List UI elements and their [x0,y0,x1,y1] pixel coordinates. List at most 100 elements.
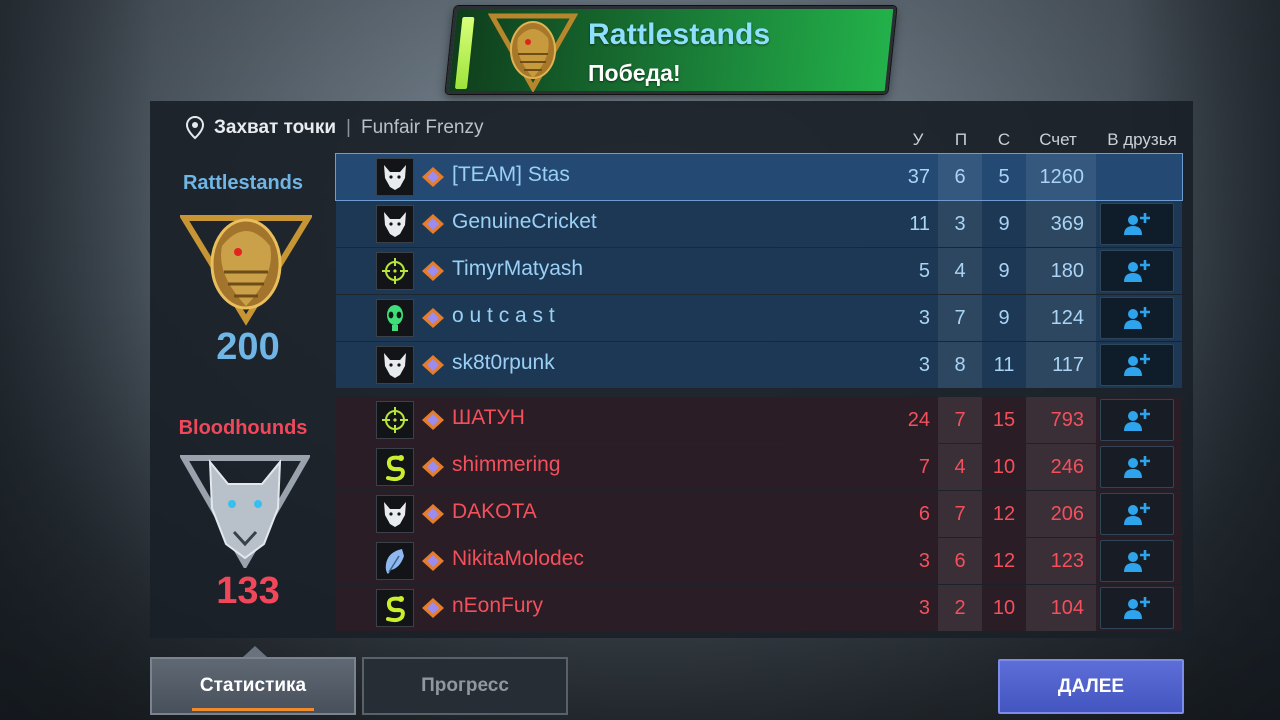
tab-progress-label: Прогресс [421,675,509,696]
snake-icon [376,589,414,627]
wolf-icon [376,158,414,196]
player-deaths: 2 [938,585,982,631]
player-row: TimyrMatyash 5 4 9 180 [336,248,1182,294]
column-assists: С [997,130,1011,149]
add-friend-button[interactable] [1100,493,1174,535]
player-assists: 9 [998,259,1010,282]
player-assists: 5 [998,165,1010,188]
winner-team-name: Rattlestands [588,18,771,51]
red-team-score: 133 [216,570,280,612]
rank-badge-icon [422,308,444,328]
add-friend-icon [1124,550,1150,572]
add-friend-button[interactable] [1100,297,1174,339]
player-deaths: 6 [938,154,982,200]
player-deaths: 4 [938,444,982,490]
rank-badge-icon [422,355,444,375]
player-score: 1260 [1026,154,1096,200]
player-kills: 3 [918,549,930,572]
player-row: shimmering 7 4 10 246 [336,444,1182,490]
player-kills: 11 [909,212,930,235]
player-kills: 3 [918,353,930,376]
player-assists: 9 [998,212,1010,235]
add-friend-button[interactable] [1100,203,1174,245]
rank-badge-icon [422,598,444,618]
rattlesnake-emblem-icon [488,13,578,92]
player-row: DAKOTA 6 7 12 206 [336,491,1182,537]
rank-badge-icon [422,410,444,430]
mode-separator: | [346,117,351,138]
column-add-friend: В друзья [1107,130,1177,149]
player-row: sk8t0rpunk 3 8 11 117 [336,342,1182,388]
player-score: 206 [1026,491,1096,537]
player-assists: 10 [992,596,1016,619]
active-tab-caret [243,646,267,657]
player-score: 104 [1026,585,1096,631]
player-name: sk8t0rpunk [452,351,555,374]
rattlesnake-emblem-icon [180,215,312,326]
alien-icon [376,299,414,337]
red-team-name: Bloodhounds [178,417,308,439]
rank-badge-icon [422,457,444,477]
player-kills: 6 [918,502,930,525]
tab-statistics[interactable]: Статистика [150,657,356,715]
player-name: nEonFury [452,594,544,617]
add-friend-button[interactable] [1100,446,1174,488]
player-kills: 3 [918,306,930,329]
next-button-label: ДАЛЕЕ [1057,675,1125,697]
player-row: nEonFury 3 2 10 104 [336,585,1182,631]
rank-badge-icon [422,504,444,524]
player-assists: 9 [998,306,1010,329]
player-score: 246 [1026,444,1096,490]
rank-badge-icon [422,551,444,571]
player-name: DAKOTA [452,500,537,523]
player-row: GenuineCricket 11 3 9 369 [336,201,1182,247]
player-kills: 37 [907,165,930,188]
rank-badge-icon [422,167,444,187]
player-row: [TEAM] Stas 37 6 5 1260 [335,153,1183,201]
blue-team-name: Rattlestands [182,172,304,194]
player-assists: 11 [993,353,1015,376]
match-info: Захват точки | Funfair Frenzy [186,115,483,141]
player-kills: 3 [918,596,930,619]
add-friend-button[interactable] [1100,587,1174,629]
column-score: Счет [1039,130,1077,149]
player-deaths: 7 [938,295,982,341]
add-friend-icon [1124,503,1150,525]
add-friend-button[interactable] [1100,250,1174,292]
player-name: o u t c a s t [452,304,555,327]
add-friend-icon [1124,354,1150,376]
rank-badge-icon [422,261,444,281]
wolf-icon [376,205,414,243]
player-row: ШАТУН 24 7 15 793 [336,397,1182,443]
player-score: 124 [1026,295,1096,341]
rank-badge-icon [422,214,444,234]
player-name: GenuineCricket [452,210,597,233]
active-tab-underline [192,708,314,711]
feather-icon [376,542,414,580]
crosshair-icon [376,401,414,439]
player-kills: 5 [918,259,930,282]
add-friend-button[interactable] [1100,399,1174,441]
player-deaths: 8 [938,342,982,388]
add-friend-button[interactable] [1100,344,1174,386]
player-score: 793 [1026,397,1096,443]
blue-team-score: 200 [216,326,280,368]
player-name: ШАТУН [452,406,525,429]
player-assists: 12 [992,549,1016,572]
player-deaths: 7 [938,397,982,443]
player-name: shimmering [452,453,561,476]
player-deaths: 4 [938,248,982,294]
map-name: Funfair Frenzy [360,117,484,138]
tab-progress[interactable]: Прогресс [362,657,568,715]
player-deaths: 6 [938,538,982,584]
next-button[interactable]: ДАЛЕЕ [998,659,1184,714]
wolf-icon [376,495,414,533]
player-row: NikitaMolodec 3 6 12 123 [336,538,1182,584]
match-result: Победа! [588,60,681,86]
add-friend-icon [1124,597,1150,619]
wolf-icon [376,346,414,384]
game-mode: Захват точки [214,117,337,138]
player-row: o u t c a s t 3 7 9 124 [336,295,1182,341]
player-score: 369 [1026,201,1096,247]
add-friend-button[interactable] [1100,540,1174,582]
